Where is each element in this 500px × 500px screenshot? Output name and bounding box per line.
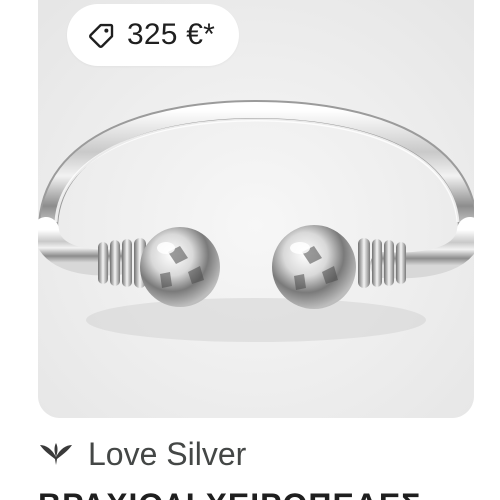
- merchant-row[interactable]: Love Silver: [36, 432, 246, 476]
- merchant-name: Love Silver: [88, 435, 247, 472]
- product-title[interactable]: ΒΡΑΧΙΟΛΙ ΧΕΙΡΟΠΕΔΕΣ: [38, 487, 478, 500]
- price-badge: 325 €*: [67, 4, 239, 66]
- price-label: 325 €*: [127, 18, 215, 51]
- love-silver-logo-icon: [40, 443, 72, 465]
- price-tag-icon: [89, 23, 114, 48]
- shopping-result-screen: 325 €* Love Silver ΒΡΑΧΙΟΛΙ ΧΕΙΡΟΠΕΔΕΣ: [0, 0, 500, 500]
